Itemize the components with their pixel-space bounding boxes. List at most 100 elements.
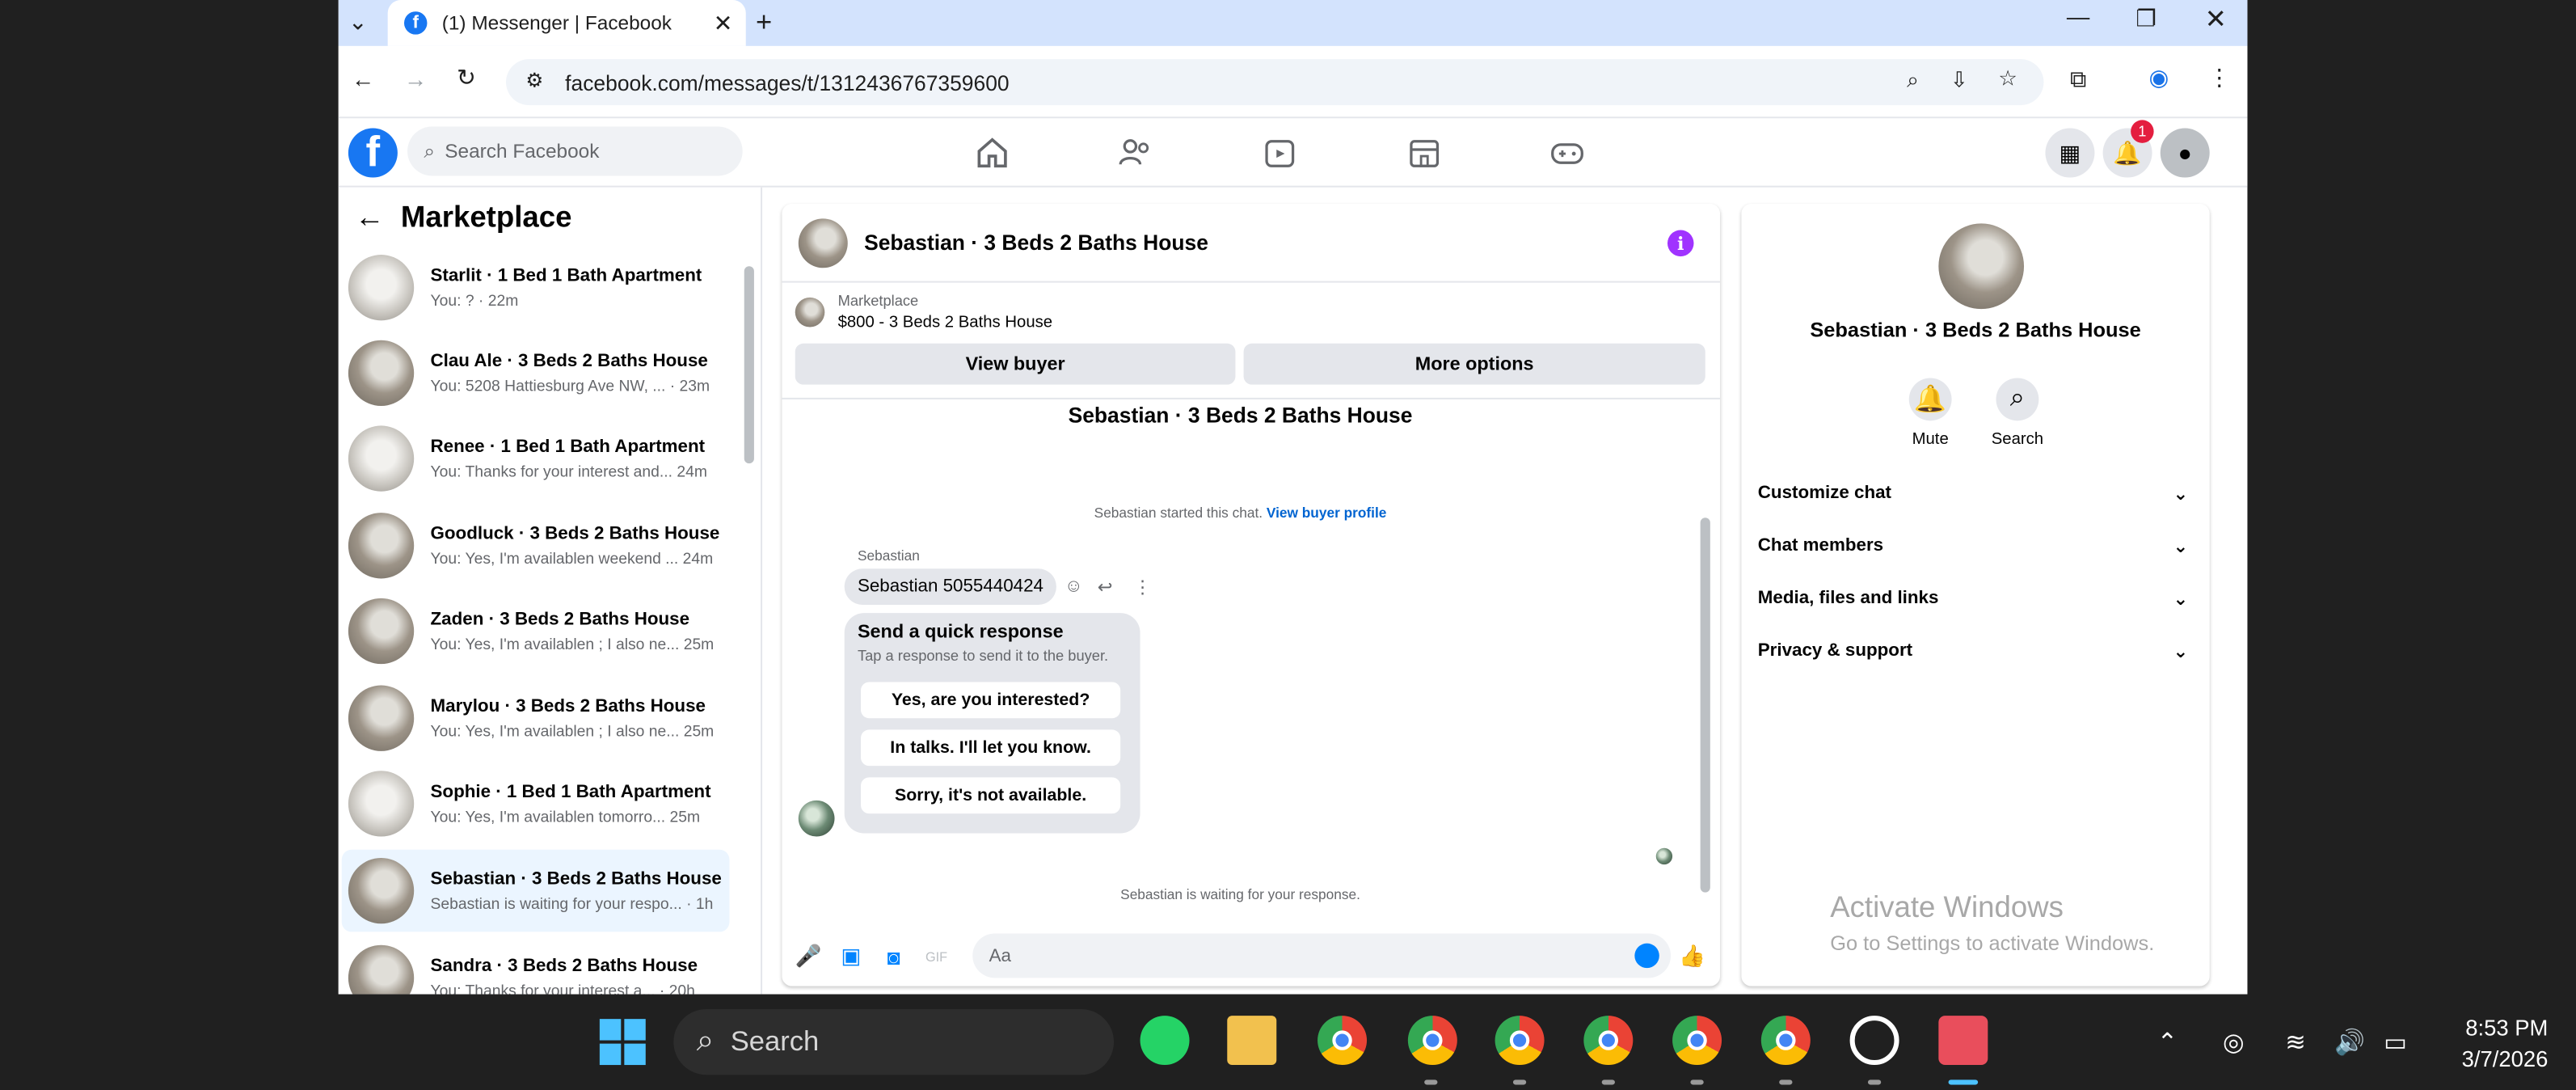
- conversation-item[interactable]: Renee · 1 Bed 1 Bath Apartment You: Thank…: [342, 417, 730, 500]
- install-app-icon[interactable]: ⇩: [1950, 67, 1968, 94]
- conversation-preview: You: Yes, I'm availablen weekend ... 24m: [430, 549, 714, 568]
- chat-panel: Sebastian · 3 Beds 2 Baths House i Marke…: [782, 204, 1721, 986]
- photo-icon[interactable]: ▣: [838, 944, 865, 970]
- tab-close-icon[interactable]: ✕: [714, 9, 733, 37]
- conversation-item[interactable]: Sophie · 1 Bed 1 Bath Apartment You: Yes,…: [342, 763, 730, 845]
- battery-icon[interactable]: ▭: [2384, 1027, 2407, 1057]
- conversation-item[interactable]: Sandra · 3 Beds 2 Baths House You: Thanks…: [342, 937, 730, 995]
- volume-icon[interactable]: 🔊: [2334, 1027, 2365, 1057]
- extensions-icon[interactable]: ⧉: [2070, 65, 2086, 94]
- gaming-icon[interactable]: [1549, 135, 1586, 171]
- privacy-support-section[interactable]: Privacy & support ⌄: [1758, 633, 2199, 670]
- address-bar-row: ← → ↻ ⚙ facebook.com/messages/t/13124367…: [338, 45, 2248, 119]
- bookmark-star-icon[interactable]: ☆: [1998, 65, 2017, 92]
- tray-app-icon[interactable]: ◎: [2223, 1027, 2245, 1057]
- conversation-item-active[interactable]: Sebastian · 3 Beds 2 Baths House Sebastia…: [341, 849, 730, 932]
- zoom-icon[interactable]: ⌕: [1907, 67, 1919, 94]
- tab-strip: ⌄ f (1) Messenger | Facebook ✕ + — ❐ ✕: [338, 0, 2248, 46]
- sender-avatar[interactable]: [798, 800, 835, 837]
- marketplace-icon[interactable]: [1406, 135, 1443, 171]
- message-thread: Sebastian · 3 Beds 2 Baths House Sebasti…: [782, 397, 1721, 923]
- message-composer: 🎤 ▣ ◙ GIF Aa 👍: [782, 930, 1720, 986]
- restore-icon[interactable]: ❐: [2135, 5, 2157, 33]
- minimize-icon[interactable]: —: [2067, 3, 2089, 30]
- chrome-profile-icon[interactable]: [1760, 1016, 1811, 1066]
- like-thumbs-up-icon[interactable]: 👍: [1679, 944, 1705, 970]
- conversation-item[interactable]: Zaden · 3 Beds 2 Baths House You: Yes, I'…: [342, 590, 730, 673]
- info-icon[interactable]: i: [1667, 230, 1694, 257]
- scrollbar[interactable]: [1700, 518, 1710, 893]
- facebook-search-input[interactable]: ⌕ Search Facebook: [407, 126, 743, 176]
- view-buyer-button[interactable]: View buyer: [795, 343, 1236, 385]
- home-icon[interactable]: [974, 135, 1010, 171]
- snipping-tool-icon[interactable]: [1938, 1016, 1988, 1066]
- wifi-icon[interactable]: ≋: [2285, 1027, 2306, 1057]
- close-window-icon[interactable]: ✕: [2205, 3, 2227, 36]
- active-indicator: [1948, 1079, 1979, 1085]
- message-bubble[interactable]: Sebastian 5055440424: [844, 568, 1057, 605]
- chrome-profile-b-icon[interactable]: [1407, 1016, 1457, 1066]
- microphone-icon[interactable]: 🎤: [795, 944, 822, 970]
- view-buyer-profile-link[interactable]: View buyer profile: [1267, 505, 1386, 521]
- mute-button[interactable]: 🔔 Mute: [1889, 378, 1971, 449]
- activate-windows-watermark: Activate Windows Go to Settings to activ…: [1830, 891, 2154, 955]
- taskbar-search-box[interactable]: ⌕ Search: [673, 1008, 1115, 1075]
- more-actions-icon[interactable]: ⋮: [1133, 577, 1151, 598]
- windows-start-icon[interactable]: [598, 1017, 647, 1067]
- profile-icon[interactable]: ◉: [2149, 64, 2169, 92]
- conversation-item[interactable]: Starlit · 1 Bed 1 Bath Apartment You: ? ·…: [342, 247, 730, 329]
- friends-icon[interactable]: [1117, 135, 1153, 171]
- system-clock[interactable]: 8:53 PM 3/7/2026: [2462, 1012, 2549, 1075]
- message-input[interactable]: Aa: [972, 933, 1672, 978]
- back-arrow-icon[interactable]: ←: [355, 201, 385, 235]
- running-indicator: [1867, 1079, 1882, 1085]
- conversation-item[interactable]: Marylou · 3 Beds 2 Baths House You: Yes, …: [342, 677, 730, 759]
- browser-tab[interactable]: f (1) Messenger | Facebook ✕: [387, 0, 746, 46]
- quick-reply-button[interactable]: In talks. I'll let you know.: [861, 729, 1121, 767]
- chat-title[interactable]: Sebastian · 3 Beds 2 Baths House: [864, 230, 1208, 255]
- chrome-profile-icon[interactable]: [1583, 1016, 1634, 1066]
- emoji-icon[interactable]: [1634, 943, 1659, 969]
- circle-app-icon[interactable]: [1849, 1016, 1899, 1066]
- whatsapp-icon[interactable]: [1140, 1016, 1190, 1066]
- file-explorer-icon[interactable]: [1227, 1016, 1277, 1066]
- listing-thumbnail: [348, 513, 415, 579]
- listing-thumbnail: [348, 255, 415, 321]
- url-text: facebook.com/messages/t/1312436767359600: [565, 70, 1010, 95]
- conversation-name: Clau Ale · 3 Beds 2 Baths House: [430, 350, 708, 371]
- conversation-name: Zaden · 3 Beds 2 Baths House: [430, 609, 690, 629]
- media-files-links-section[interactable]: Media, files and links ⌄: [1758, 580, 2199, 616]
- gif-icon[interactable]: GIF: [923, 944, 950, 970]
- reload-icon[interactable]: ↻: [457, 64, 476, 92]
- clock-time: 8:53 PM: [2465, 1016, 2549, 1041]
- conversation-item[interactable]: Clau Ale · 3 Beds 2 Baths House You: 5208…: [342, 332, 730, 415]
- watermark-line2: Go to Settings to activate Windows.: [1830, 932, 2155, 955]
- forward-icon[interactable]: →: [404, 65, 427, 92]
- menu-grid-icon[interactable]: ▦: [2045, 128, 2095, 178]
- url-field[interactable]: ⚙ facebook.com/messages/t/13124367673596…: [506, 59, 2044, 106]
- account-avatar[interactable]: ●: [2160, 128, 2210, 178]
- chat-members-section[interactable]: Chat members ⌄: [1758, 527, 2199, 564]
- scrollbar[interactable]: [744, 266, 754, 464]
- tab-search-chevron-icon[interactable]: ⌄: [348, 8, 368, 36]
- quick-reply-button[interactable]: Sorry, it's not available.: [861, 777, 1121, 814]
- quick-reply-button[interactable]: Yes, are you interested?: [861, 682, 1121, 719]
- site-info-icon[interactable]: ⚙: [525, 69, 543, 91]
- more-options-button[interactable]: More options: [1243, 343, 1705, 385]
- show-hidden-icons-chevron-icon[interactable]: ⌃: [2157, 1027, 2178, 1057]
- search-conversation-button[interactable]: ⌕ Search: [1976, 378, 2059, 449]
- chrome-profile-i-icon[interactable]: [1495, 1016, 1545, 1066]
- facebook-logo-icon[interactable]: f: [348, 128, 398, 178]
- back-icon[interactable]: ←: [352, 65, 374, 92]
- reply-icon[interactable]: ↩: [1098, 577, 1113, 598]
- chrome-menu-icon[interactable]: ⋮: [2208, 64, 2231, 92]
- video-icon[interactable]: [1262, 135, 1298, 171]
- new-tab-icon[interactable]: +: [756, 6, 772, 40]
- customize-chat-section[interactable]: Customize chat ⌄: [1758, 475, 2199, 511]
- facebook-header: f ⌕ Search Facebook ▦ 🔔 1 ●: [338, 118, 2248, 188]
- chrome-profile-icon[interactable]: [1672, 1016, 1722, 1066]
- conversation-item[interactable]: Goodluck · 3 Beds 2 Baths House You: Yes,…: [342, 505, 730, 587]
- react-emoji-icon[interactable]: ☺: [1065, 577, 1083, 596]
- chrome-icon[interactable]: [1318, 1016, 1368, 1066]
- sticker-icon[interactable]: ◙: [880, 944, 907, 970]
